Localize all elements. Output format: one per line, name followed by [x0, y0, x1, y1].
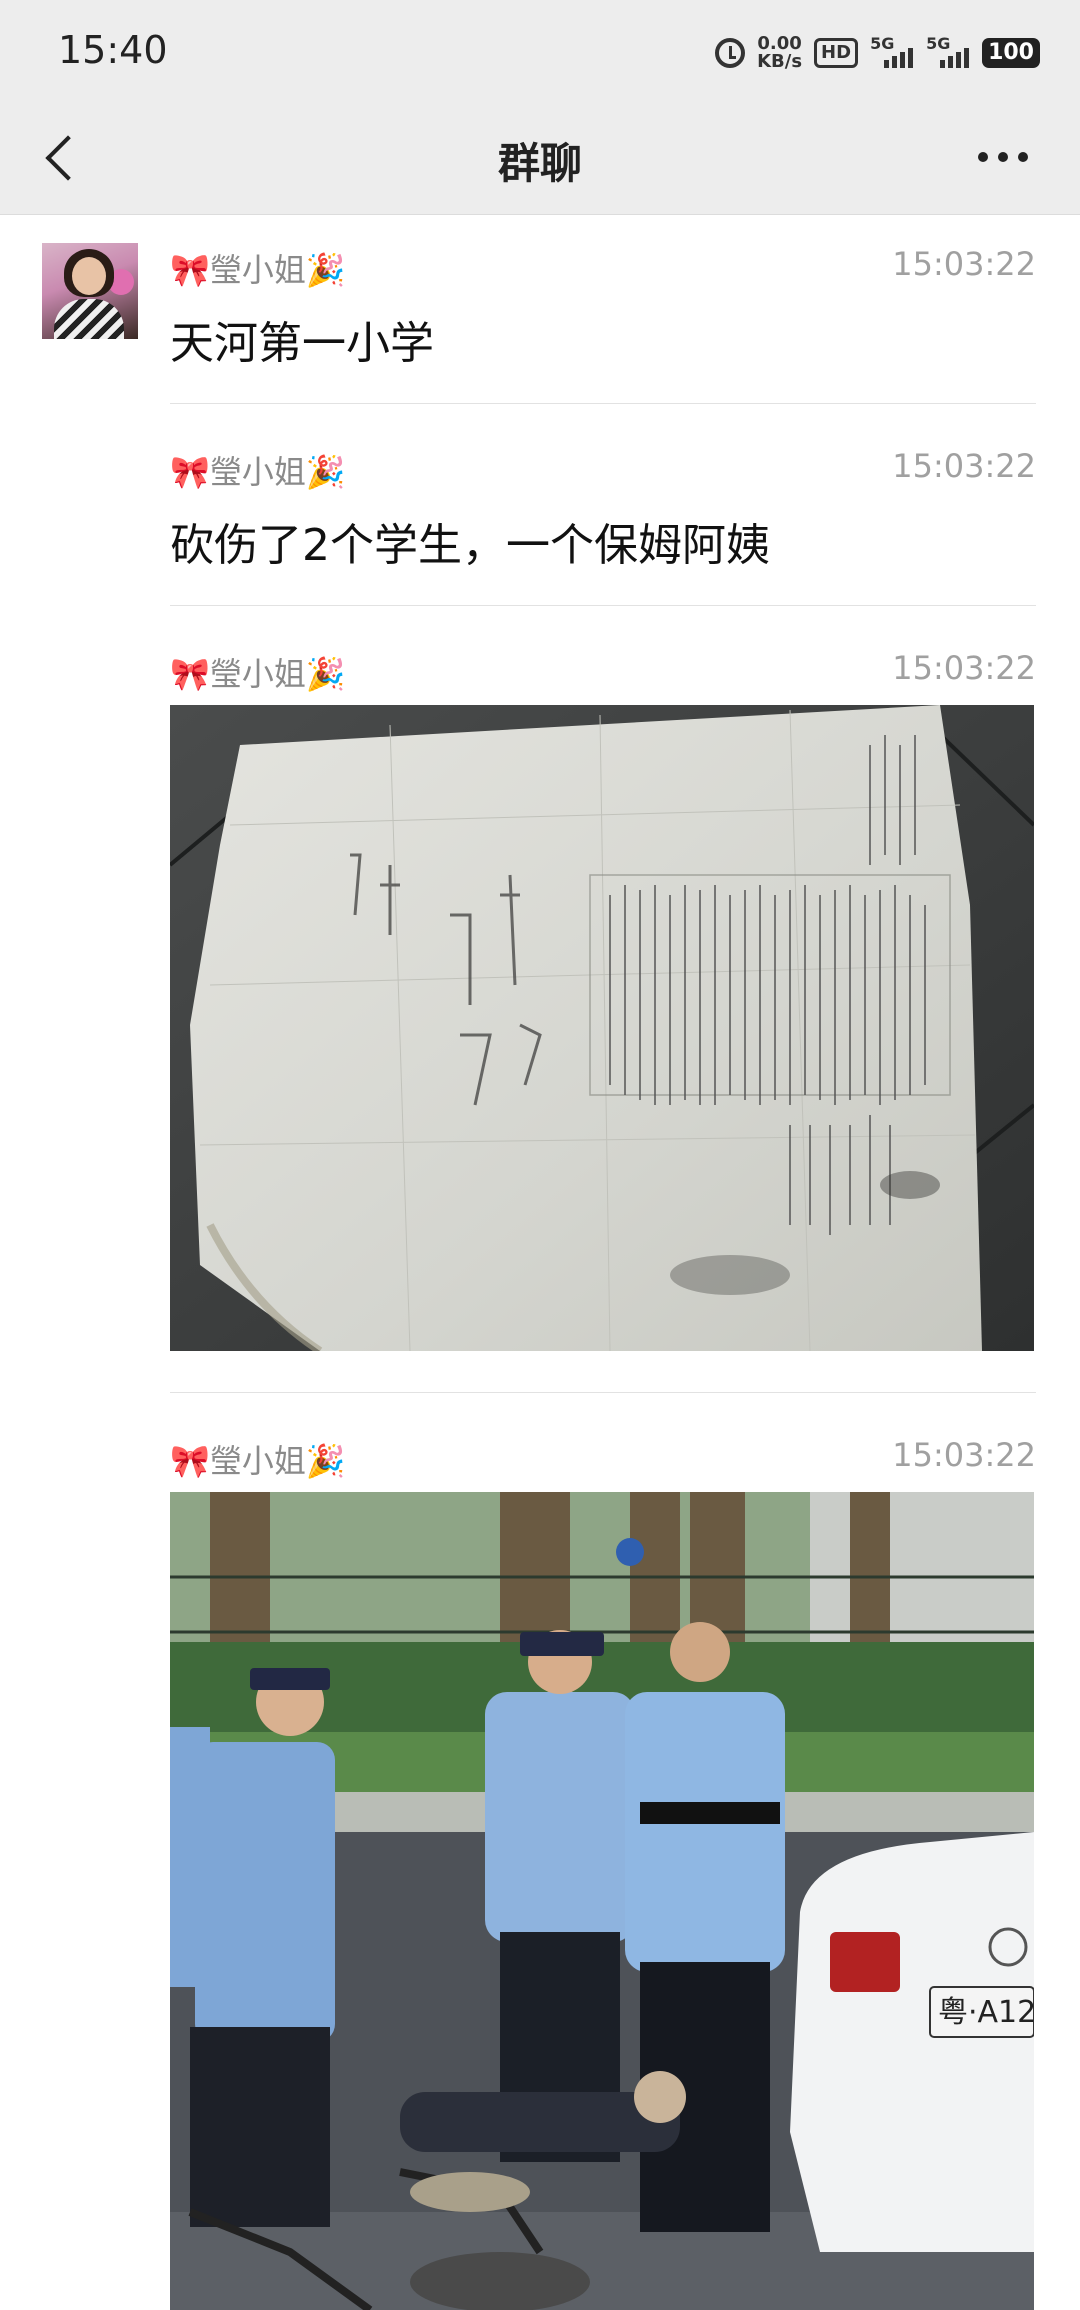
- cloth-photo: [170, 705, 1034, 1351]
- title-bar: 群聊: [0, 100, 1080, 215]
- signal-icon-2: 5G: [926, 34, 970, 70]
- page-title: 群聊: [497, 139, 582, 188]
- message-image-police[interactable]: 粤·A124: [170, 1492, 1034, 2310]
- message-1[interactable]: 🎀瑩小姐🎉 15:03:22 天河第一小学: [170, 245, 1036, 371]
- divider: [170, 605, 1036, 606]
- message-4[interactable]: 🎀瑩小姐🎉 15:03:22: [170, 1436, 1036, 1480]
- alarm-icon: [715, 38, 746, 68]
- message-time: 15:03:22: [892, 649, 1036, 687]
- message-text: 天河第一小学: [170, 318, 434, 369]
- sender-name: 🎀瑩小姐🎉: [170, 251, 346, 289]
- battery-icon: 100: [982, 38, 1040, 68]
- status-bar: 15:40 0.00 KB/s HD 5G 5G 100: [0, 0, 1080, 100]
- status-icons: 0.00 KB/s HD 5G 5G 100: [715, 30, 1040, 76]
- message-text: 砍伤了2个学生，一个保姆阿姨: [170, 520, 770, 571]
- divider: [170, 403, 1036, 404]
- avatar[interactable]: [42, 243, 138, 339]
- police-photo: 粤·A124: [170, 1492, 1034, 2310]
- message-image-cloth[interactable]: [170, 705, 1034, 1351]
- message-time: 15:03:22: [892, 447, 1036, 485]
- sender-name: 🎀瑩小姐🎉: [170, 655, 346, 693]
- license-plate: 粤·A124: [938, 1995, 1034, 2030]
- signal-icon-1: 5G: [870, 34, 914, 70]
- sender-name: 🎀瑩小姐🎉: [170, 1442, 346, 1480]
- more-options-icon[interactable]: [978, 152, 1028, 162]
- message-time: 15:03:22: [892, 245, 1036, 283]
- message-2[interactable]: 🎀瑩小姐🎉 15:03:22 砍伤了2个学生，一个保姆阿姨: [170, 447, 1036, 573]
- status-time: 15:40: [58, 28, 168, 72]
- message-time: 15:03:22: [892, 1436, 1036, 1474]
- hd-icon: HD: [814, 38, 859, 68]
- message-3[interactable]: 🎀瑩小姐🎉 15:03:22: [170, 649, 1036, 693]
- divider: [170, 1392, 1036, 1393]
- sender-name: 🎀瑩小姐🎉: [170, 453, 346, 491]
- net-speed: 0.00 KB/s: [757, 33, 803, 72]
